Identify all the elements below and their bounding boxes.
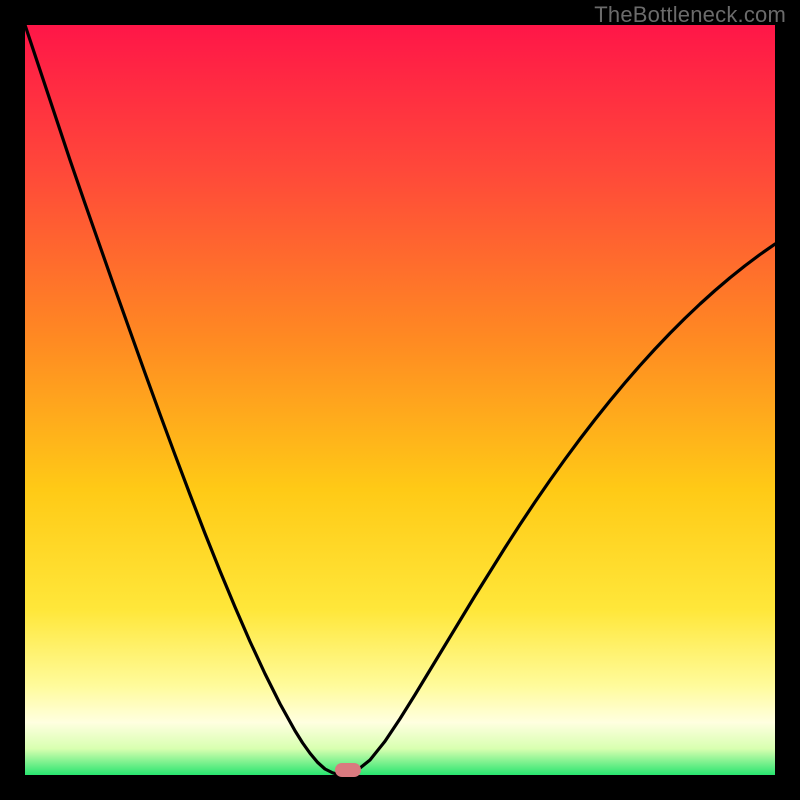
watermark-text: TheBottleneck.com [594, 2, 786, 28]
chart-plot [25, 25, 775, 775]
chart-frame: TheBottleneck.com [0, 0, 800, 800]
chart-background-gradient [25, 25, 775, 775]
minimum-marker [335, 763, 361, 777]
